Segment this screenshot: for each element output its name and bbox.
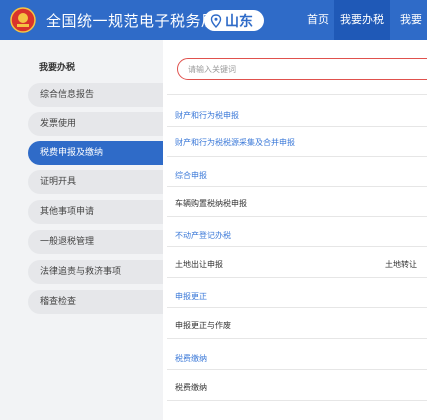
sidebar: 我要办税 综合信息报告 发票使用 税费申报及缴纳 证明开具 其他事项申请 一般退… <box>0 40 163 420</box>
site-title[interactable]: 全国统一规范电子税务局 <box>46 10 217 31</box>
region-label: 山东 <box>225 13 253 30</box>
search-input[interactable] <box>188 59 418 79</box>
sidebar-item-info-report[interactable]: 综合信息报告 <box>28 83 163 107</box>
section-title-property-tax[interactable]: 财产和行为税申报 <box>175 110 239 121</box>
divider <box>167 246 427 247</box>
link-tax-payment[interactable]: 税费缴纳 <box>175 382 207 393</box>
main-content: 财产和行为税申报 财产和行为税税源采集及合并申报 综合申报 车辆购置税纳税申报 … <box>163 40 427 420</box>
divider <box>167 126 427 127</box>
link-land-grant[interactable]: 土地出让申报 <box>175 259 223 270</box>
sidebar-item-certificate[interactable]: 证明开具 <box>28 170 163 194</box>
divider <box>167 400 427 401</box>
sidebar-item-inspection[interactable]: 稽查检查 <box>28 290 163 314</box>
divider <box>167 277 427 278</box>
section-title-payment[interactable]: 税费缴纳 <box>175 353 207 364</box>
divider <box>167 216 427 217</box>
sidebar-item-tax-filing[interactable]: 税费申报及缴纳 <box>28 141 163 165</box>
top-header: 全国统一规范电子税务局 山东 首页 我要办税 我要 <box>0 0 427 40</box>
sidebar-item-legal-remedy[interactable]: 法律追责与救济事项 <box>28 260 163 284</box>
section-title-comprehensive[interactable]: 综合申报 <box>175 170 207 181</box>
sidebar-item-invoice-use[interactable]: 发票使用 <box>28 112 163 136</box>
sidebar-item-other-requests[interactable]: 其他事项申请 <box>28 200 163 224</box>
link-correction-void[interactable]: 申报更正与作废 <box>175 320 231 331</box>
divider <box>167 186 427 187</box>
section-title-real-estate[interactable]: 不动产登记办税 <box>175 230 231 241</box>
link-vehicle-tax[interactable]: 车辆购置税纳税申报 <box>175 198 247 209</box>
link-property-tax-merge[interactable]: 财产和行为税税源采集及合并申报 <box>175 137 295 148</box>
divider <box>167 94 427 95</box>
tax-emblem-icon <box>10 7 36 33</box>
divider <box>167 307 427 308</box>
divider <box>167 369 427 370</box>
region-selector[interactable]: 山东 <box>204 10 264 31</box>
section-title-correction[interactable]: 申报更正 <box>175 291 207 302</box>
location-pin-icon <box>210 13 222 28</box>
sidebar-title: 我要办税 <box>39 63 76 73</box>
sidebar-item-refund[interactable]: 一般退税管理 <box>28 230 163 254</box>
search-box[interactable] <box>177 58 427 80</box>
nav-home[interactable]: 首页 <box>307 0 329 40</box>
link-land-transfer[interactable]: 土地转让 <box>385 259 417 270</box>
divider <box>167 156 427 157</box>
nav-my-tax[interactable]: 我要办税 <box>334 0 390 40</box>
divider <box>167 338 427 339</box>
nav-more[interactable]: 我要 <box>400 0 422 40</box>
